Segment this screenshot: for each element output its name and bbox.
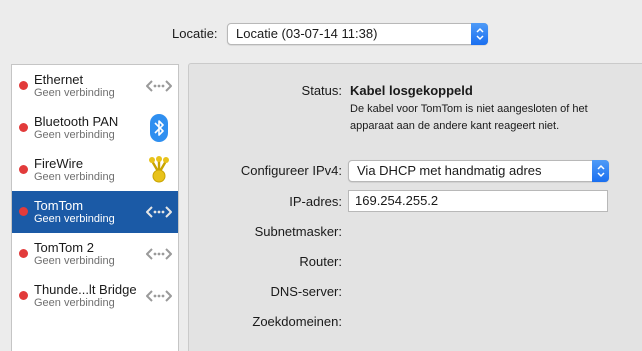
service-status: Geen verbinding — [34, 297, 115, 309]
service-status: Geen verbinding — [34, 87, 115, 99]
service-name: Thunde...lt Bridge — [34, 282, 137, 297]
router-label: Router: — [299, 254, 342, 269]
ethernet-arrows-icon — [146, 290, 172, 302]
service-item-bluetooth-pan[interactable]: Bluetooth PAN Geen verbinding — [12, 107, 178, 149]
service-status: Geen verbinding — [34, 129, 115, 141]
location-row: Locatie: Locatie (03-07-14 11:38) — [0, 22, 642, 46]
configure-stepper-icon — [592, 160, 609, 182]
service-item-tomtom[interactable]: TomTom Geen verbinding — [12, 191, 178, 233]
location-value: Locatie (03-07-14 11:38) — [236, 26, 378, 41]
ip-address-field[interactable]: 169.254.255.2 — [348, 190, 608, 212]
bluetooth-icon — [150, 114, 168, 142]
status-dot-icon — [19, 249, 28, 258]
ethernet-arrows-icon — [146, 248, 172, 260]
service-status: Geen verbinding — [34, 213, 115, 225]
status-dot-icon — [19, 291, 28, 300]
service-list[interactable]: Ethernet Geen verbinding Bluetooth PAN G… — [11, 64, 179, 351]
service-status: Geen verbinding — [34, 171, 115, 183]
search-domains-label: Zoekdomeinen: — [252, 314, 342, 329]
subnet-mask-label: Subnetmasker: — [254, 224, 342, 239]
status-dot-icon — [19, 81, 28, 90]
service-item-tomtom-2[interactable]: TomTom 2 Geen verbinding — [12, 233, 178, 275]
service-name: FireWire — [34, 156, 84, 171]
location-popup[interactable]: Locatie (03-07-14 11:38) — [227, 23, 488, 45]
status-dot-icon — [19, 123, 28, 132]
service-name: TomTom — [34, 198, 84, 213]
ip-address-label: IP-adres: — [289, 194, 342, 209]
service-item-ethernet[interactable]: Ethernet Geen verbinding — [12, 65, 178, 107]
firewire-icon — [149, 156, 169, 183]
configure-ipv4-label: Configureer IPv4: — [240, 163, 342, 178]
dns-server-label: DNS-server: — [270, 284, 342, 299]
configure-ipv4-popup[interactable]: Via DHCP met handmatig adres — [348, 160, 609, 182]
configure-ipv4-value: Via DHCP met handmatig adres — [357, 163, 542, 178]
service-item-thunderbolt-bridge[interactable]: Thunde...lt Bridge Geen verbinding — [12, 275, 178, 317]
location-label: Locatie: — [172, 26, 218, 41]
ethernet-arrows-icon — [146, 206, 172, 218]
status-dot-icon — [19, 165, 28, 174]
ethernet-arrows-icon — [146, 80, 172, 92]
status-description: De kabel voor TomTom is niet aangesloten… — [350, 103, 588, 132]
service-name: TomTom 2 — [34, 240, 94, 255]
service-name: Ethernet — [34, 72, 84, 87]
service-name: Bluetooth PAN — [34, 114, 119, 129]
status-dot-icon — [19, 207, 28, 216]
location-stepper-icon — [471, 23, 488, 45]
service-item-firewire[interactable]: FireWire Geen verbinding — [12, 149, 178, 191]
service-status: Geen verbinding — [34, 255, 115, 267]
status-value: Kabel losgekoppeld — [350, 83, 473, 98]
status-label: Status: — [301, 83, 342, 98]
